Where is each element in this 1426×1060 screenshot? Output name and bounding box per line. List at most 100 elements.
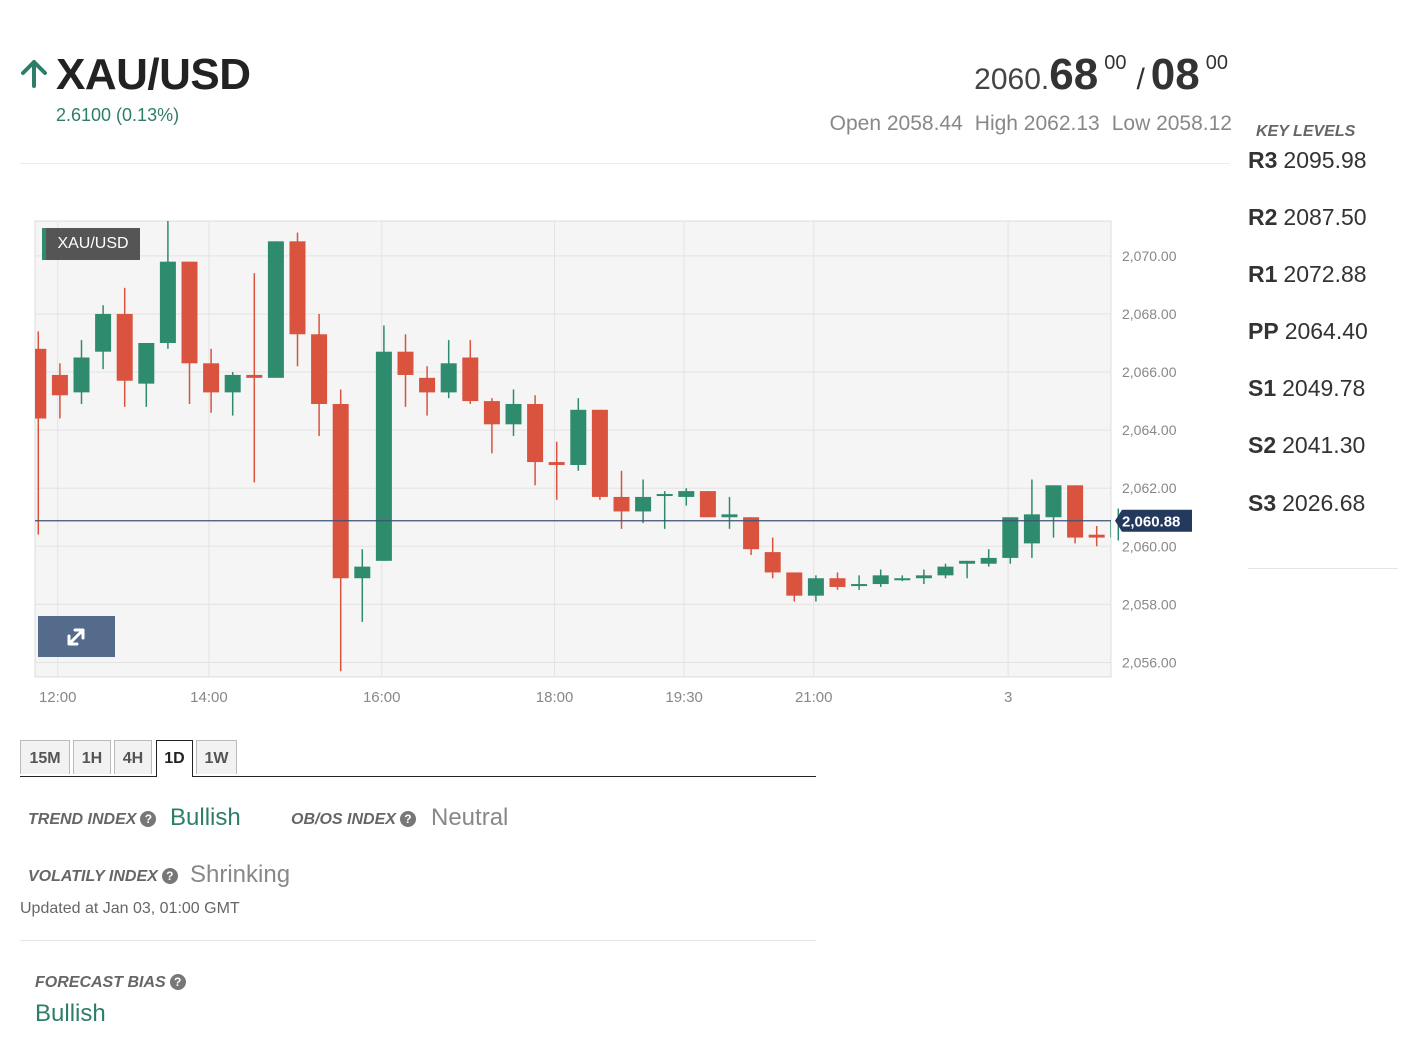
candle-body (138, 342, 155, 384)
help-icon[interactable]: ? (169, 974, 186, 990)
candle-body (1045, 485, 1062, 518)
candle-body (95, 313, 112, 352)
candle-body (462, 357, 479, 402)
candle-body (419, 377, 436, 393)
key-level-name: S1 (1248, 375, 1277, 401)
y-tick-label: 2,056.00 (1122, 654, 1177, 670)
y-tick-label: 2,068.00 (1122, 306, 1177, 322)
candle-body (851, 584, 868, 587)
key-level-value: 2041.30 (1282, 432, 1366, 458)
candle-body (721, 514, 738, 518)
candle-body (894, 578, 911, 581)
help-icon[interactable]: ? (399, 811, 416, 827)
y-tick-label: 2,064.00 (1122, 422, 1177, 438)
candle-body (181, 261, 198, 364)
candle-body (915, 575, 932, 579)
candle-body (570, 409, 587, 465)
key-level-value: 2072.88 (1283, 261, 1367, 287)
key-level-s1: S1 2049.78 (1248, 375, 1365, 402)
tab-1w[interactable]: 1W (196, 740, 237, 774)
chart-symbol-label: XAU/USD (42, 228, 140, 260)
candlestick-chart[interactable]: 2,070.00 2,068.00 2,066.00 2,064.00 2,062.00… (0, 200, 1230, 720)
candle-body (786, 572, 803, 596)
key-level-r2: R2 2087.50 (1248, 204, 1367, 231)
candle-body (440, 363, 457, 393)
key-level-name: PP (1248, 318, 1279, 344)
y-tick-label: 2,066.00 (1122, 364, 1177, 380)
ask-decimal: 08 (1150, 50, 1200, 99)
header-divider (20, 163, 1230, 164)
y-tick-label: 2,058.00 (1122, 596, 1177, 612)
x-tick-label: 19:30 (665, 689, 703, 706)
expand-chart-button[interactable] (38, 616, 115, 657)
candle-body (289, 241, 306, 335)
forecast-bias-value: Bullish (35, 1000, 106, 1027)
ask-superscript: 00 (1205, 52, 1228, 74)
candle-body (1002, 517, 1019, 558)
key-level-s2: S2 2041.30 (1248, 432, 1365, 459)
x-tick-label: 21:00 (795, 689, 833, 706)
candle-body (872, 575, 889, 585)
candle-body (829, 578, 846, 587)
symbol-title: XAU/USD (56, 50, 251, 99)
candle-body (1088, 534, 1105, 538)
key-level-name: S3 (1248, 490, 1277, 516)
key-level-r3: R3 2095.98 (1248, 147, 1367, 174)
volatility-index-text: VOLATILY INDEX (28, 868, 158, 885)
candle-body (678, 491, 695, 497)
bid-decimal: 68 (1049, 50, 1099, 99)
obos-index-label: OB/OS INDEX? (291, 811, 416, 829)
candle-body (656, 494, 673, 497)
expand-icon (67, 628, 85, 646)
candle-body (548, 462, 565, 465)
candle-body (375, 351, 392, 561)
tab-1h[interactable]: 1H (73, 740, 111, 774)
bid-integer: 2060. (974, 63, 1050, 96)
key-level-value: 2049.78 (1282, 375, 1366, 401)
candle-body (483, 401, 500, 425)
candle-body (959, 560, 976, 564)
y-tick-label: 2,070.00 (1122, 248, 1177, 264)
candle-body (246, 374, 263, 378)
candle-body (35, 348, 47, 419)
help-icon[interactable]: ? (140, 811, 157, 827)
candle-body (332, 403, 349, 579)
candle-body (743, 517, 760, 550)
x-tick-label: 3 (1004, 689, 1012, 706)
candle-body (354, 566, 371, 579)
trend-index-value: Bullish (170, 804, 241, 831)
candle-body (1023, 514, 1040, 544)
tab-1d[interactable]: 1D (156, 740, 193, 777)
price-change: 2.6100 (0.13%) (56, 105, 180, 125)
forecast-bias-label: FORECAST BIAS? (35, 974, 186, 992)
volatility-index-value: Shrinking (190, 861, 291, 888)
key-level-name: R3 (1248, 147, 1278, 173)
key-level-name: R1 (1248, 261, 1278, 287)
candle-body (613, 496, 630, 512)
tab-4h[interactable]: 4H (114, 740, 152, 774)
obos-index-text: OB/OS INDEX (291, 811, 396, 828)
candle-body (764, 552, 781, 573)
high-value: High 2062.13 (974, 112, 1100, 135)
current-price-label: 2,060.88 (1122, 514, 1180, 531)
help-icon[interactable]: ? (161, 868, 178, 884)
x-tick-label: 12:00 (39, 689, 77, 706)
tab-15m[interactable]: 15M (20, 740, 70, 774)
y-tick-label: 2,060.00 (1122, 538, 1177, 554)
candle-body (635, 496, 652, 512)
candle-body (267, 241, 284, 378)
candle-body (203, 363, 220, 393)
candle-body (505, 403, 522, 425)
forecast-bias-text: FORECAST BIAS (35, 974, 166, 991)
candle-body (527, 403, 544, 463)
section-divider (20, 940, 816, 941)
volatility-index-label: VOLATILY INDEX? (28, 868, 178, 886)
candle-body (311, 334, 328, 404)
candle-body (937, 566, 954, 576)
obos-index-value: Neutral (431, 804, 509, 831)
key-level-name: S2 (1248, 432, 1277, 458)
timeframe-tabs: 15M 1H 4H 1D 1W (20, 740, 816, 777)
candle-body (1067, 485, 1084, 538)
candle-body (224, 374, 241, 393)
bid-ask-price: 2060.68 00/08 00 (974, 50, 1232, 100)
